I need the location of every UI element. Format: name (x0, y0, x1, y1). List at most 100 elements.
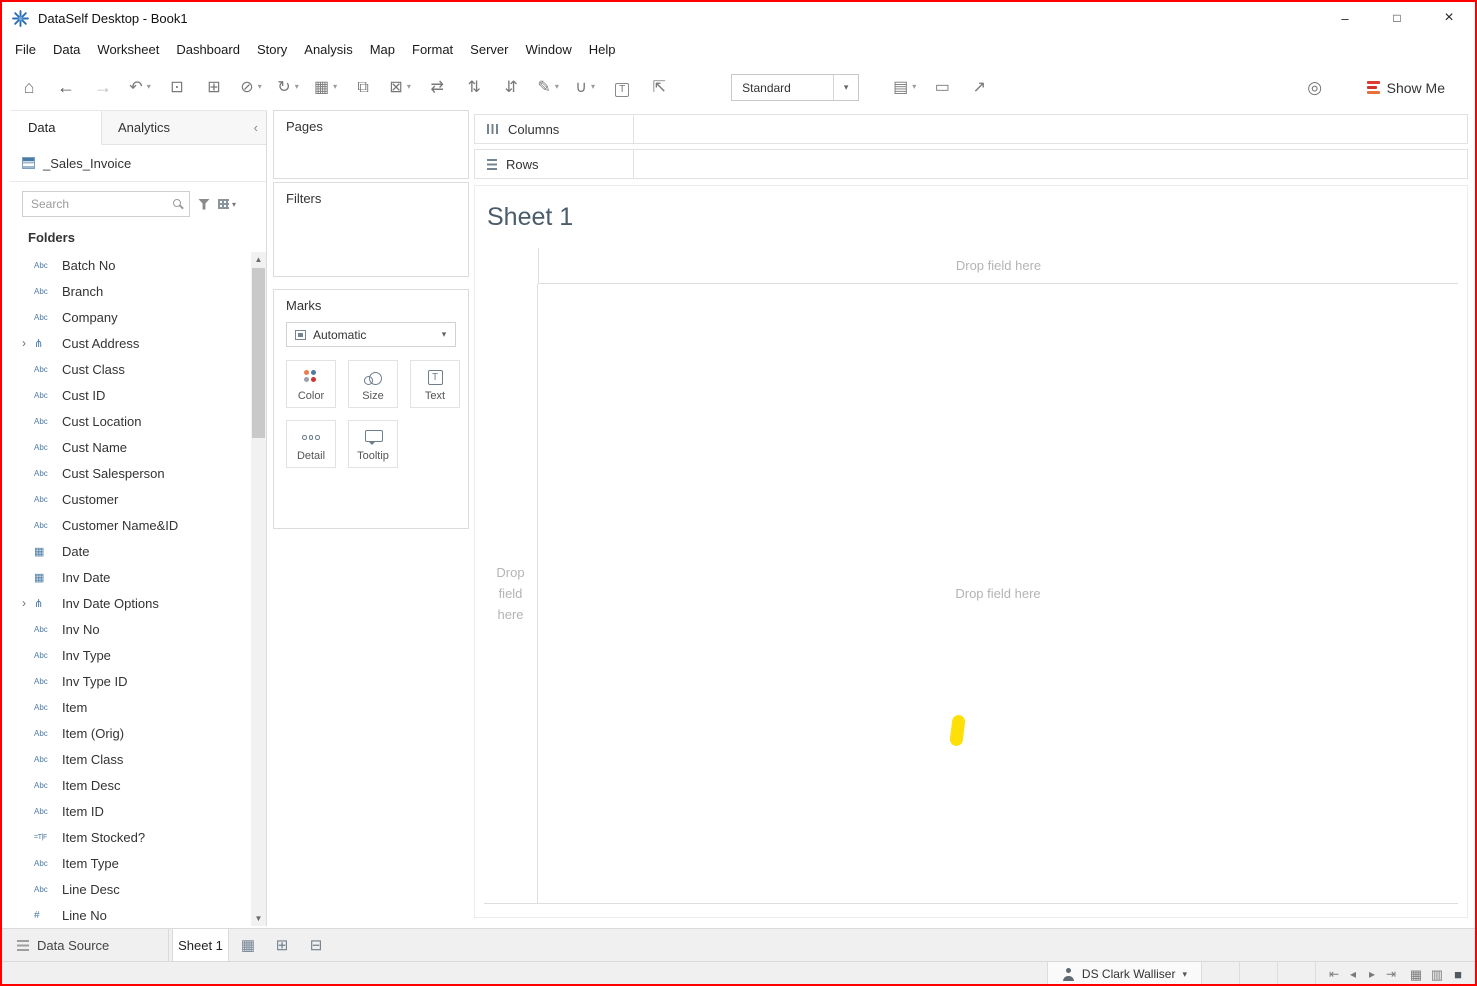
field-row[interactable]: Item Class (10, 746, 266, 772)
field-row[interactable]: › Inv Date Options (10, 590, 266, 616)
tile-view-icon[interactable] (1430, 968, 1444, 981)
field-row[interactable]: Customer (10, 486, 266, 512)
first-record-icon[interactable] (1328, 968, 1340, 980)
menu-item[interactable]: Story (257, 42, 287, 57)
pages-shelf[interactable]: Pages (273, 110, 469, 179)
columns-shelf-body[interactable] (634, 115, 1467, 143)
chevron-down-icon[interactable]: ▾ (833, 75, 858, 100)
field-row[interactable]: › Cust Address (10, 330, 266, 356)
pause-auto-updates-icon[interactable] (240, 80, 262, 96)
group-members-icon[interactable] (574, 80, 596, 96)
scroll-down-icon[interactable]: ▼ (251, 911, 266, 926)
menu-item[interactable]: Dashboard (176, 42, 240, 57)
field-row[interactable]: Line Desc (10, 876, 266, 902)
field-row[interactable]: Inv Type ID (10, 668, 266, 694)
fit-selector[interactable]: Standard ▾ (731, 74, 859, 101)
column-drop-zone[interactable]: Drop field here (538, 248, 1458, 284)
field-row[interactable]: Inv No (10, 616, 266, 642)
field-row[interactable]: Cust ID (10, 382, 266, 408)
tab-data[interactable]: Data (10, 111, 102, 145)
forward-icon[interactable] (92, 78, 114, 97)
color-button[interactable]: Color (286, 360, 336, 408)
sheet-tab-active[interactable]: Sheet 1 (172, 929, 229, 961)
highlight-icon[interactable] (537, 80, 559, 96)
new-story-icon[interactable] (305, 938, 327, 953)
columns-shelf[interactable]: Columns (474, 114, 1468, 144)
menu-item[interactable]: Format (412, 42, 453, 57)
back-icon[interactable] (55, 78, 77, 97)
menu-item[interactable]: Help (589, 42, 616, 57)
find-icon[interactable] (1304, 79, 1326, 97)
duplicate-sheet-icon[interactable] (352, 80, 374, 96)
field-row[interactable]: Cust Location (10, 408, 266, 434)
view-as-icon[interactable]: ▾ (218, 199, 236, 209)
field-row[interactable]: Line No (10, 902, 266, 926)
rows-shelf-body[interactable] (634, 150, 1467, 178)
close-icon[interactable] (1423, 2, 1475, 34)
menu-item[interactable]: Map (370, 42, 395, 57)
data-source-tab[interactable]: Data Source (9, 929, 169, 961)
menu-item[interactable]: Worksheet (97, 42, 159, 57)
field-row[interactable]: Inv Date (10, 564, 266, 590)
share-icon[interactable] (968, 80, 990, 96)
menu-item[interactable]: File (15, 42, 36, 57)
new-worksheet-icon[interactable] (237, 938, 259, 953)
field-row[interactable]: Date (10, 538, 266, 564)
sort-descending-icon[interactable] (500, 80, 522, 96)
menu-item[interactable]: Data (53, 42, 80, 57)
new-dashboard-icon[interactable] (271, 938, 293, 953)
last-record-icon[interactable] (1385, 968, 1397, 980)
undo-icon[interactable] (129, 80, 151, 96)
menu-item[interactable]: Analysis (304, 42, 352, 57)
presentation-mode-icon[interactable] (931, 80, 953, 96)
new-data-source-icon[interactable] (203, 80, 225, 96)
text-button[interactable]: T Text (410, 360, 460, 408)
expand-chevron-icon[interactable]: › (22, 336, 34, 350)
field-row[interactable]: Item Type (10, 850, 266, 876)
tooltip-button[interactable]: Tooltip (348, 420, 398, 468)
show-mark-labels-icon[interactable] (611, 80, 633, 96)
size-button[interactable]: Size (348, 360, 398, 408)
menu-item[interactable]: Server (470, 42, 508, 57)
clear-sheet-icon[interactable] (389, 80, 411, 96)
mark-type-dropdown[interactable]: Automatic ▾ (286, 322, 456, 347)
user-menu[interactable]: DS Clark Walliser ▾ (1047, 962, 1202, 986)
field-row[interactable]: Item ID (10, 798, 266, 824)
scrollbar[interactable]: ▲ ▼ (251, 252, 266, 926)
previous-record-icon[interactable] (1347, 968, 1359, 980)
data-grid-view-icon[interactable] (1409, 968, 1423, 981)
fix-axes-icon[interactable] (648, 80, 670, 96)
search-input[interactable] (23, 197, 163, 211)
field-row[interactable]: Cust Name (10, 434, 266, 460)
scroll-up-icon[interactable]: ▲ (251, 252, 266, 267)
data-source-row[interactable]: _Sales_Invoice (10, 145, 266, 182)
field-row[interactable]: Batch No (10, 252, 266, 278)
rows-shelf[interactable]: Rows (474, 149, 1468, 179)
sheet-view-icon[interactable] (1451, 968, 1465, 981)
scrollbar-thumb[interactable] (252, 268, 265, 438)
field-row[interactable]: Cust Class (10, 356, 266, 382)
field-row[interactable]: Item Stocked? (10, 824, 266, 850)
row-drop-zone[interactable]: Drop field here (484, 284, 538, 904)
new-worksheet-icon[interactable] (314, 80, 337, 96)
minimize-icon[interactable] (1319, 2, 1371, 34)
field-row[interactable]: Item (10, 694, 266, 720)
filter-icon[interactable] (198, 199, 210, 210)
show-me-button[interactable]: Show Me (1367, 80, 1445, 96)
maximize-icon[interactable] (1371, 2, 1423, 34)
run-auto-updates-icon[interactable] (277, 80, 299, 96)
next-record-icon[interactable] (1366, 968, 1378, 980)
filters-shelf[interactable]: Filters (273, 182, 469, 277)
field-row[interactable]: Item Desc (10, 772, 266, 798)
expand-chevron-icon[interactable]: › (22, 596, 34, 610)
collapse-pane-icon[interactable]: ‹ (254, 120, 258, 135)
save-icon[interactable] (166, 80, 188, 96)
show-hide-cards-icon[interactable] (893, 80, 916, 96)
body-drop-zone[interactable]: Drop field here (538, 284, 1458, 904)
field-row[interactable]: Cust Salesperson (10, 460, 266, 486)
tab-analytics[interactable]: Analytics ‹ (102, 111, 266, 144)
menu-item[interactable]: Window (525, 42, 571, 57)
field-row[interactable]: Company (10, 304, 266, 330)
field-row[interactable]: Item (Orig) (10, 720, 266, 746)
swap-rows-columns-icon[interactable] (426, 80, 448, 96)
